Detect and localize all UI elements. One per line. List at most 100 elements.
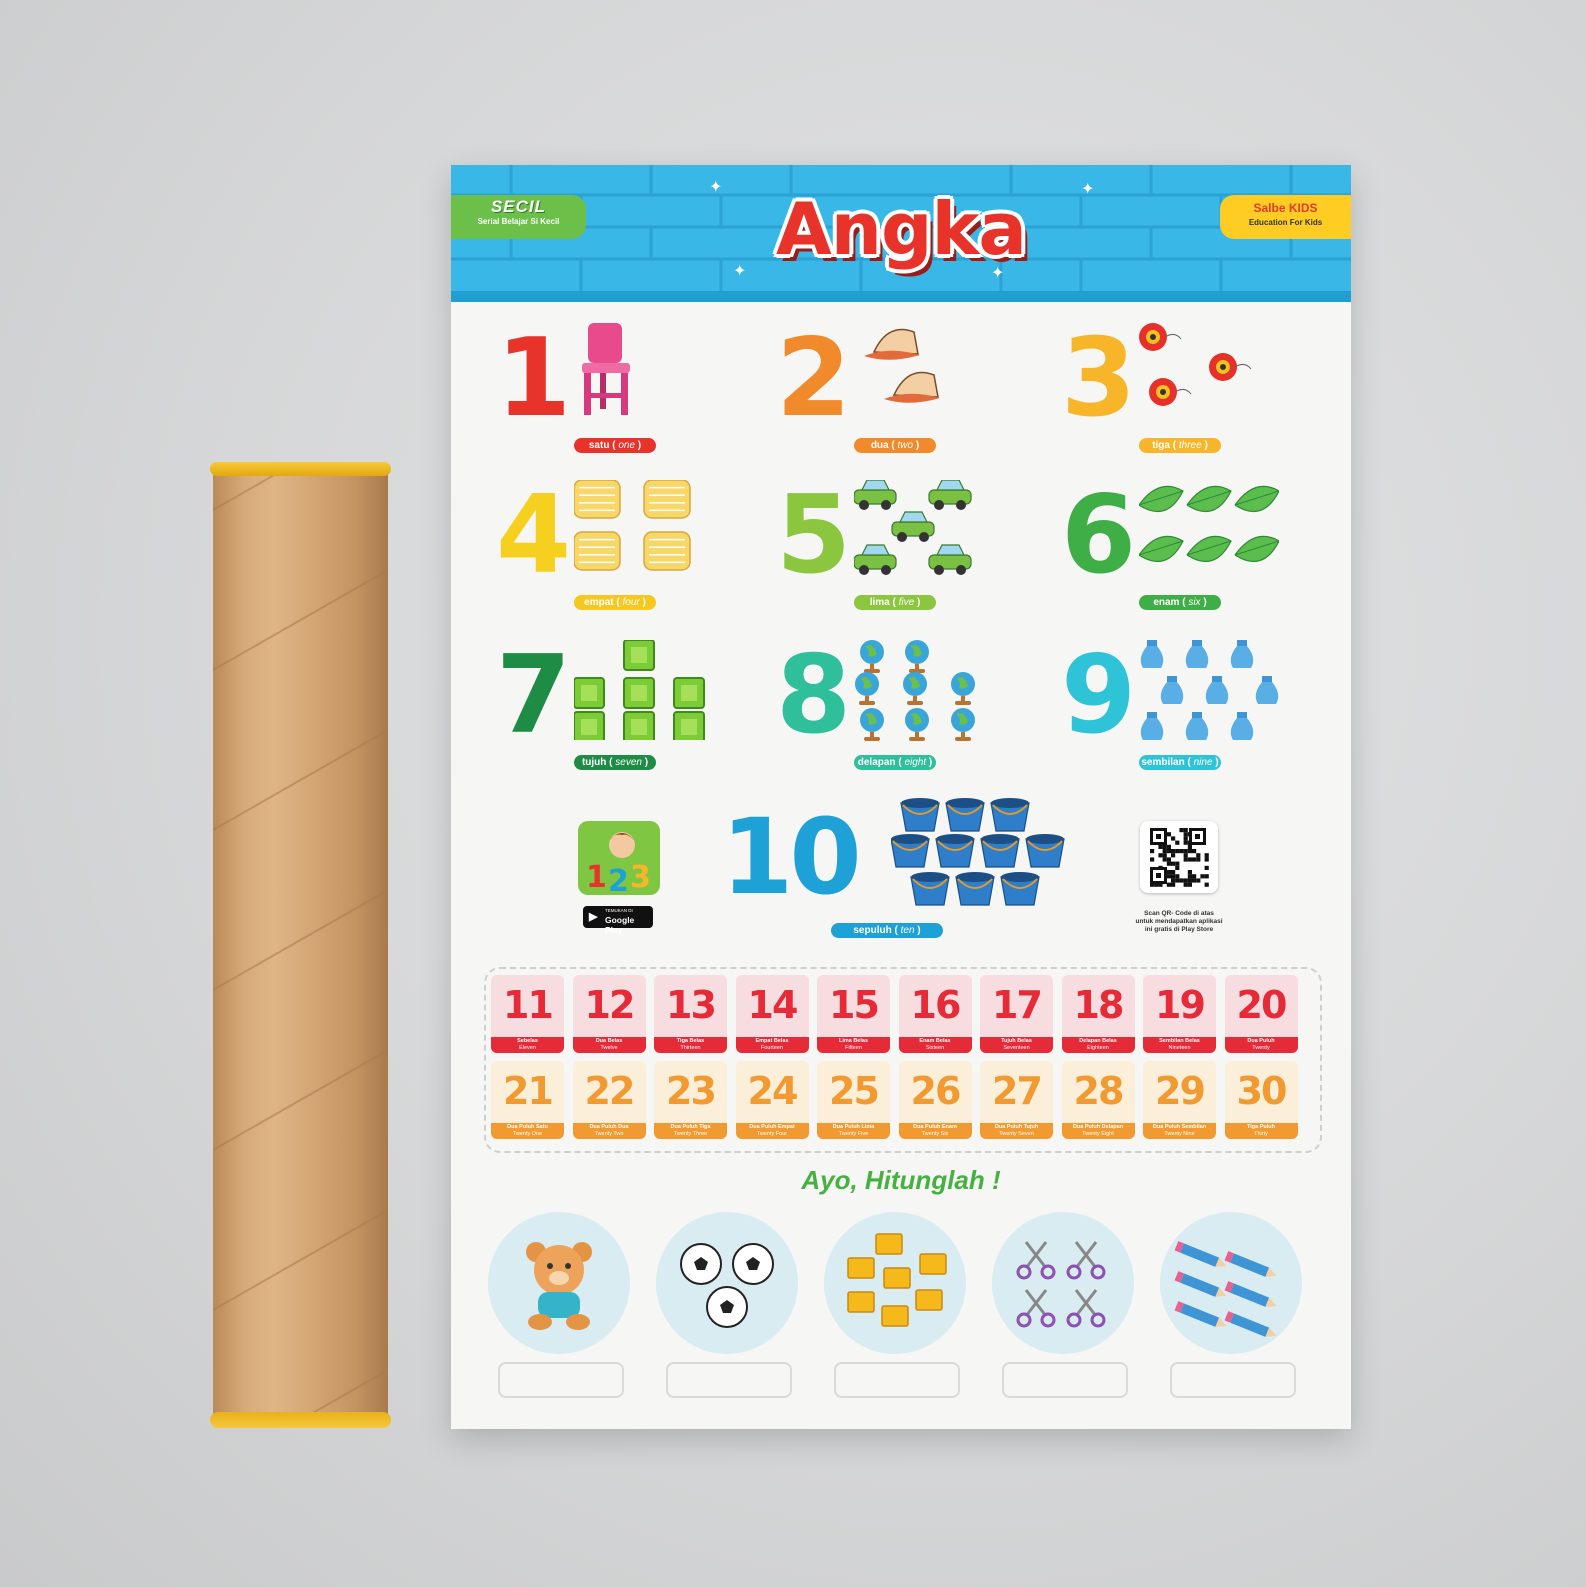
pillow-icon — [574, 480, 691, 571]
tile-word-bar: Tiga Belas Thirteen — [654, 1037, 727, 1053]
tile-word-id: Tujuh Belas — [1001, 1038, 1032, 1044]
soccer-ball-icon — [680, 1243, 774, 1328]
cap-icon — [864, 328, 940, 403]
number-tile-23: 23 Dua Puluh Tiga Twenty Three — [654, 1061, 727, 1139]
poster-tube — [210, 462, 391, 1429]
tile-word-id: Delapan Belas — [1079, 1038, 1117, 1044]
tile-word-en: Seventeen — [1003, 1045, 1030, 1051]
number-word-en: ten — [900, 925, 915, 936]
tile-number: 24 — [747, 1069, 799, 1113]
tile-number: 17 — [992, 983, 1043, 1027]
answer-box[interactable] — [498, 1362, 624, 1398]
big-digit: 2 — [776, 316, 851, 441]
number-tile-28: 28 Dua Puluh Delapan Twenty Eight — [1061, 1061, 1135, 1139]
number-word-label: dua ( two ) — [854, 438, 936, 453]
answer-box[interactable] — [666, 1362, 792, 1398]
tile-word-en: Fourteen — [760, 1045, 783, 1051]
answer-box[interactable] — [1002, 1362, 1128, 1398]
leaf-icon — [1139, 485, 1279, 563]
tile-word-en: Twenty Seven — [999, 1131, 1034, 1137]
tile-word-id: Dua Puluh Delapan — [1072, 1124, 1124, 1130]
tile-word-en: Twenty Five — [838, 1131, 869, 1137]
tile-word-bar: Dua Puluh Sembilan Twenty Nine — [1143, 1123, 1216, 1139]
tile-word-bar: Sembilan Belas Nineteen — [1143, 1037, 1216, 1053]
tile-word-en: Twelve — [600, 1045, 618, 1051]
tile-word-en: Twenty Three — [673, 1131, 708, 1137]
bucket-icon — [891, 798, 1065, 906]
big-digit: 1 — [496, 316, 571, 441]
tile-word-bar: Tujuh Belas Seventeen — [980, 1037, 1053, 1053]
answer-box[interactable] — [834, 1362, 960, 1398]
tile-word-bar: Lima Belas Fifteen — [817, 1037, 890, 1053]
number-word-label: tujuh ( seven ) — [574, 755, 656, 770]
brand-salbe-kids: Salbe KIDS Education For Kids — [1220, 195, 1351, 239]
tile-word-en: Sixteen — [925, 1045, 945, 1051]
tile-number: 23 — [666, 1069, 717, 1113]
tile-number: 30 — [1236, 1069, 1288, 1113]
sparkle-icon: ✦ — [1081, 179, 1095, 198]
play-badge-small: TEMUKAN DI — [605, 908, 633, 913]
poster: SECIL Serial Belajar Si Kecil Salbe KIDS… — [451, 165, 1351, 1429]
number-word-id: dua — [870, 440, 889, 451]
number-tile-30: 30 Tiga Puluh Thirty — [1224, 1061, 1298, 1139]
yoyo-icon — [1139, 323, 1252, 406]
number-tile-15: 15 Lima Belas Fifteen — [817, 975, 890, 1053]
number-card-2: 2 dua ( two ) — [776, 325, 1036, 475]
tile-number: 20 — [1236, 983, 1288, 1027]
number-word-label: sepuluh ( ten ) — [831, 923, 943, 938]
answer-box[interactable] — [1170, 1362, 1296, 1398]
number-tile-29: 29 Dua Puluh Sembilan Twenty Nine — [1143, 1061, 1216, 1139]
tile-number: 11 — [503, 983, 554, 1027]
gem-icon — [574, 640, 705, 740]
tile-word-id: Dua Puluh Lima — [832, 1124, 875, 1130]
number-card-5: 5 lima ( five ) — [776, 480, 1036, 632]
tile-word-id: Dua Puluh Satu — [507, 1124, 548, 1130]
qr-caption-line: Scan QR- Code di atas — [1144, 910, 1214, 917]
qr-code[interactable] — [1140, 821, 1218, 893]
qr-caption-line: ini gratis di Play Store — [1144, 926, 1214, 933]
tile-word-bar: Delapan Belas Eighteen — [1061, 1037, 1135, 1053]
number-word-id: delapan — [857, 757, 896, 768]
number-word-label: delapan ( eight ) — [854, 755, 936, 770]
tile-word-en: Eighteen — [1087, 1045, 1109, 1051]
tile-word-en: Eleven — [519, 1045, 536, 1051]
tile-word-id: Dua Puluh — [1247, 1038, 1275, 1044]
google-play-badge[interactable]: ▶ TEMUKAN DI Google Play — [583, 906, 653, 935]
tile-word-bar: Dua Puluh Delapan Twenty Eight — [1061, 1123, 1135, 1139]
tile-word-id: Dua Puluh Empat — [749, 1124, 795, 1130]
tile-number: 13 — [666, 983, 717, 1027]
tile-word-en: Nineteen — [1168, 1045, 1191, 1051]
number-card-8: 8 delapan ( eight ) — [776, 640, 1036, 792]
play-triangle-icon: ▶ — [589, 911, 598, 923]
tile-number: 27 — [992, 1069, 1043, 1113]
tile-word-id: Dua Puluh Tiga — [670, 1124, 711, 1130]
number-tile-12: 12 Dua Belas Twelve — [572, 975, 646, 1053]
tile-number: 16 — [910, 983, 962, 1027]
tile-number: 21 — [503, 1069, 554, 1113]
number-card-7: 7 tujuh ( seven ) — [496, 640, 756, 792]
number-card-6: 6 enam ( six ) — [1061, 482, 1321, 632]
tile-word-bar: Dua Puluh Satu Twenty One — [491, 1123, 564, 1139]
app-icon[interactable]: 1 2 3 — [578, 821, 660, 899]
number-word-id: empat — [584, 597, 614, 608]
number-word-label: lima ( five ) — [854, 595, 936, 610]
tile-word-en: Twenty — [1252, 1045, 1270, 1051]
tile-word-en: Twenty Six — [921, 1131, 949, 1137]
number-word-id: satu — [588, 440, 610, 451]
number-word-en: eight — [904, 757, 927, 768]
number-word-id: lima — [869, 597, 890, 608]
number-word-id: tujuh — [581, 757, 607, 768]
vase-icon — [1140, 640, 1279, 740]
number-tile-16: 16 Enam Belas Sixteen — [898, 975, 972, 1053]
tile-number: 26 — [910, 1069, 962, 1113]
number-word-label: tiga ( three ) — [1139, 438, 1221, 453]
tile-word-en: Twenty Nine — [1164, 1131, 1195, 1137]
big-digit: 10 — [721, 796, 862, 918]
number-word-en: seven — [615, 757, 642, 768]
number-tile-17: 17 Tujuh Belas Seventeen — [980, 975, 1053, 1053]
number-word-id: tiga — [1152, 440, 1170, 451]
number-tile-24: 24 Dua Puluh Empat Twenty Four — [735, 1061, 809, 1139]
tile-word-id: Sebelas — [517, 1038, 538, 1044]
tile-word-en: Fifteen — [845, 1045, 862, 1051]
number-tile-26: 26 Dua Puluh Enam Twenty Six — [898, 1061, 972, 1139]
